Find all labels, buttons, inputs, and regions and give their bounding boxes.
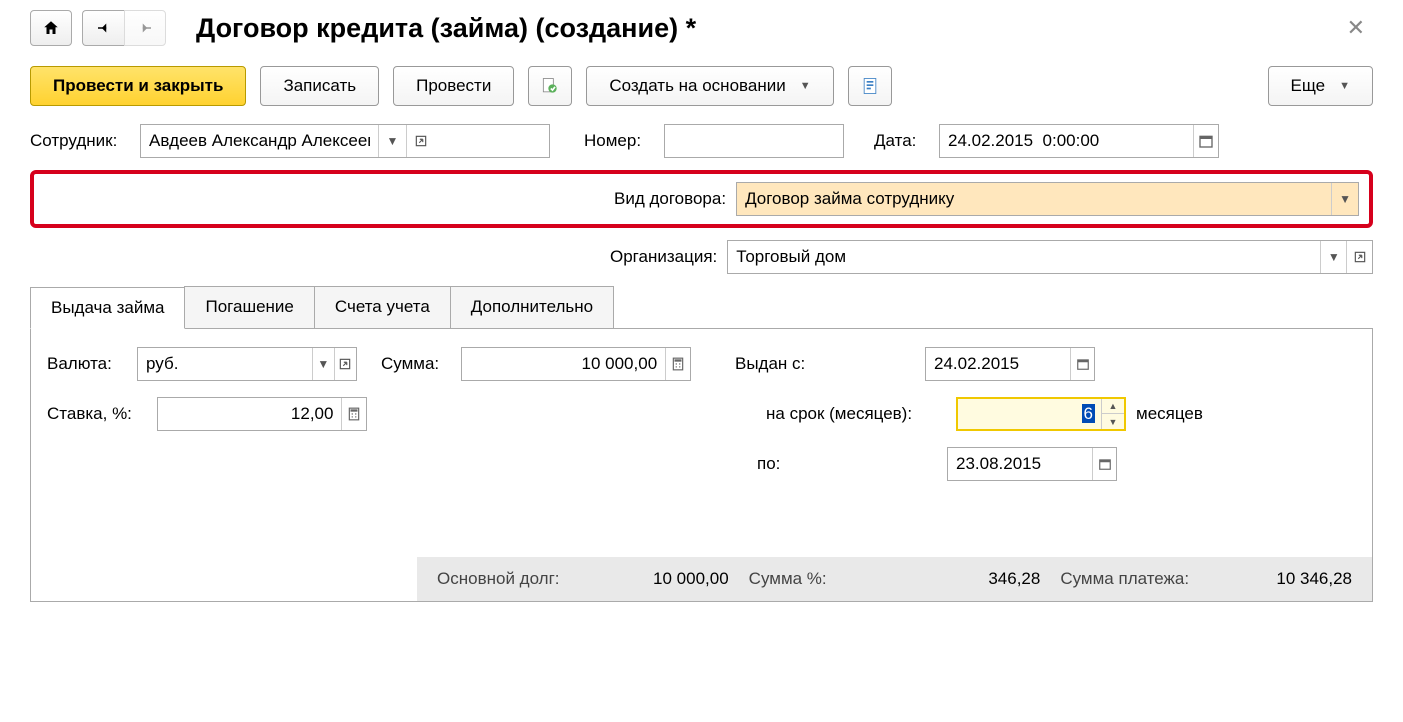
tab-loan-issue[interactable]: Выдача займа: [30, 287, 185, 329]
employee-input[interactable]: [141, 125, 378, 157]
date-input[interactable]: [940, 125, 1193, 157]
forward-button[interactable]: [124, 10, 166, 46]
open-icon[interactable]: [406, 125, 434, 157]
chevron-down-icon: ▼: [800, 80, 811, 92]
number-label: Номер:: [584, 131, 654, 151]
until-input[interactable]: [948, 448, 1092, 480]
date-label: Дата:: [874, 131, 929, 151]
spinner-up-icon[interactable]: ▲: [1102, 399, 1124, 414]
calendar-icon[interactable]: [1193, 125, 1218, 157]
home-button[interactable]: [30, 10, 72, 46]
calendar-icon[interactable]: [1070, 348, 1094, 380]
employee-label: Сотрудник:: [30, 131, 130, 151]
number-input[interactable]: [665, 125, 843, 157]
contract-type-input[interactable]: [737, 183, 1331, 215]
rate-label: Ставка, %:: [47, 404, 147, 424]
more-button[interactable]: Еще ▼: [1268, 66, 1373, 106]
issued-label: Выдан с:: [735, 354, 915, 374]
org-label: Организация:: [610, 247, 717, 267]
open-icon[interactable]: [334, 348, 356, 380]
tab-accounts[interactable]: Счета учета: [314, 286, 451, 328]
sum-input[interactable]: [462, 348, 665, 380]
term-unit: месяцев: [1136, 404, 1203, 424]
payment-label: Сумма платежа:: [1060, 569, 1189, 589]
currency-label: Валюта:: [47, 354, 127, 374]
post-button[interactable]: Провести: [393, 66, 514, 106]
report-button[interactable]: [848, 66, 892, 106]
pct-value: 346,28: [988, 569, 1040, 589]
calendar-icon[interactable]: [1092, 448, 1116, 480]
dropdown-icon[interactable]: ▼: [378, 125, 406, 157]
contract-type-label: Вид договора:: [614, 189, 726, 209]
principal-label: Основной долг:: [437, 569, 560, 589]
back-button[interactable]: [82, 10, 124, 46]
calculator-icon[interactable]: [665, 348, 690, 380]
org-input[interactable]: [728, 241, 1320, 273]
close-button[interactable]: ✕: [1339, 15, 1373, 41]
rate-input[interactable]: [158, 398, 341, 430]
dropdown-icon[interactable]: ▼: [1320, 241, 1346, 273]
term-label: на срок (месяцев):: [766, 404, 946, 424]
create-based-on-button[interactable]: Создать на основании ▼: [586, 66, 833, 106]
payment-value: 10 346,28: [1276, 569, 1352, 589]
save-button[interactable]: Записать: [260, 66, 379, 106]
open-icon[interactable]: [1346, 241, 1372, 273]
attachment-button[interactable]: [528, 66, 572, 106]
until-label: по:: [757, 454, 937, 474]
pct-label: Сумма %:: [749, 569, 827, 589]
tab-additional[interactable]: Дополнительно: [450, 286, 614, 328]
term-input[interactable]: 6: [958, 404, 1101, 424]
dropdown-icon[interactable]: ▼: [312, 348, 334, 380]
post-and-close-button[interactable]: Провести и закрыть: [30, 66, 246, 106]
sum-label: Сумма:: [381, 354, 451, 374]
spinner-down-icon[interactable]: ▼: [1102, 414, 1124, 429]
tab-repayment[interactable]: Погашение: [184, 286, 314, 328]
chevron-down-icon: ▼: [1339, 80, 1350, 92]
currency-input[interactable]: [138, 348, 312, 380]
issued-input[interactable]: [926, 348, 1070, 380]
calculator-icon[interactable]: [341, 398, 366, 430]
principal-value: 10 000,00: [653, 569, 729, 589]
page-title: Договор кредита (займа) (создание) *: [196, 13, 1339, 44]
dropdown-icon[interactable]: ▼: [1331, 183, 1358, 215]
